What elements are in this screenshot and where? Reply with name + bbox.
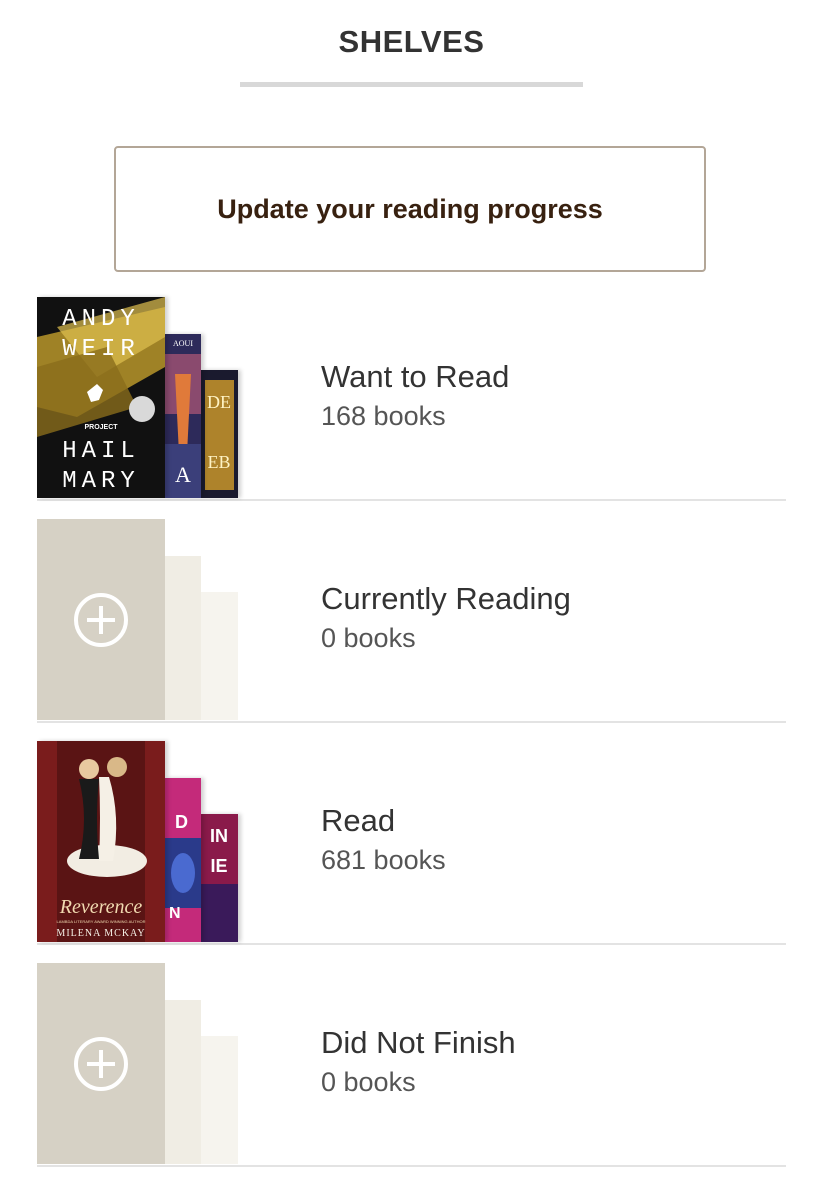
book-cover-art: Reverence LAMBDA LITERARY AWARD WINNING … [37,741,165,942]
book-cover-spine: DE EB [201,370,238,498]
book-cover-art: DE EB [201,370,238,498]
svg-text:A: A [175,462,191,487]
cover-text: DE [207,392,231,412]
placeholder-cover [37,963,165,1164]
placeholder-cover [201,592,238,720]
header-underline [240,82,583,87]
book-cover-art: IN IE [201,814,238,942]
book-cover-art: AOUI A [165,334,201,498]
shelf-count: 168 books [321,401,446,431]
shelf-count: 0 books [321,623,416,653]
shelf-name: Currently Reading [321,581,571,616]
book-cover-art: D N [165,778,201,942]
cover-author-line: ANDY [62,306,140,333]
svg-text:N: N [169,905,181,922]
plus-circle-icon[interactable] [73,1036,129,1092]
cover-tagline: LAMBDA LITERARY AWARD WINNING AUTHOR [57,919,146,924]
shelf-name: Did Not Finish [321,1025,516,1060]
shelf-info: Did Not Finish 0 books [321,1025,516,1099]
book-cover-art: ANDY WEIR PROJECT HAIL MARY [37,297,165,498]
placeholder-cover [37,519,165,720]
book-cover-reverence: Reverence LAMBDA LITERARY AWARD WINNING … [37,741,165,942]
shelf-info: Read 681 books [321,803,446,877]
svg-text:IE: IE [210,856,227,876]
cover-stack: Reverence LAMBDA LITERARY AWARD WINNING … [37,741,247,943]
shelf-name: Want to Read [321,359,510,394]
placeholder-cover [165,556,201,720]
placeholder-cover-stack [37,963,247,1165]
book-cover-spine: D N [165,778,201,942]
page-title: SHELVES [338,24,485,59]
placeholder-cover [201,1036,238,1164]
cover-author: MILENA MCKAY [56,928,145,939]
cover-title-line: HAIL [62,438,140,465]
cover-stack: ANDY WEIR PROJECT HAIL MARY AOUI A DE EB [37,297,247,499]
cover-text: AOUI [173,339,193,348]
book-cover-spine: IN IE [201,814,238,942]
shelf-row-read[interactable]: Reverence LAMBDA LITERARY AWARD WINNING … [37,741,786,945]
shelf-row-want-to-read[interactable]: ANDY WEIR PROJECT HAIL MARY AOUI A DE EB… [37,297,786,501]
shelf-name: Read [321,803,396,838]
svg-text:EB: EB [207,452,230,472]
shelf-row-did-not-finish[interactable]: Did Not Finish 0 books [37,963,786,1167]
placeholder-cover-stack [37,519,247,721]
update-progress-button[interactable]: Update your reading progress [114,146,706,272]
shelf-count: 0 books [321,1067,416,1097]
shelf-info: Currently Reading 0 books [321,581,571,655]
book-cover-project-hail-mary: ANDY WEIR PROJECT HAIL MARY [37,297,165,498]
shelves-header: SHELVES [0,0,823,90]
plus-circle-icon[interactable] [73,592,129,648]
cover-title-line: PROJECT [84,424,118,431]
shelf-row-currently-reading[interactable]: Currently Reading 0 books [37,519,786,723]
cover-title: Reverence [59,896,143,918]
shelf-count: 681 books [321,845,446,875]
cover-text: IN [210,826,228,846]
cover-author-line: WEIR [62,336,140,363]
cover-title-line: MARY [62,468,140,495]
shelf-info: Want to Read 168 books [321,359,509,433]
book-cover-spine: AOUI A [165,334,201,498]
placeholder-cover [165,1000,201,1164]
cover-text: D [175,812,188,832]
